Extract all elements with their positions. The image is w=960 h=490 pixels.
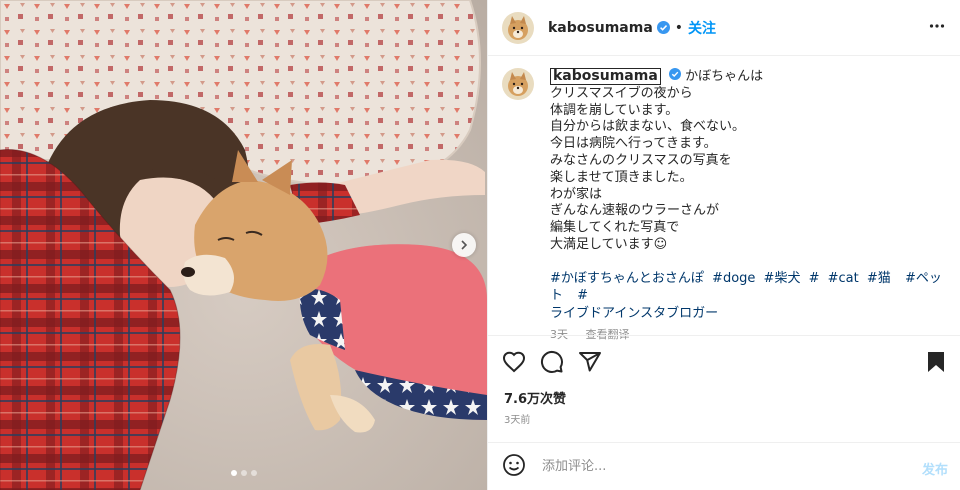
hashtag-link[interactable]: # xyxy=(809,271,820,286)
caption-text: 編集してくれた写真で xyxy=(550,220,680,236)
emoji-button[interactable] xyxy=(502,453,526,481)
instagram-post: kabosumama • 关注 kabosumama かぼちゃんは クリスマスイ… xyxy=(0,0,960,490)
share-icon xyxy=(579,352,601,372)
caption-text: 楽しませて頂きました。 xyxy=(550,169,693,185)
avatar-image xyxy=(502,11,534,44)
action-bar xyxy=(488,335,960,387)
caption-body: kabosumama かぼちゃんは クリスマスイブの夜から 体調を崩しています。… xyxy=(550,68,942,344)
avatar-image xyxy=(502,68,534,100)
avatar[interactable] xyxy=(502,11,534,44)
emoji-icon xyxy=(503,453,525,476)
post-photo xyxy=(0,0,487,490)
caption-text: ぎんなん速報のウラーさんが xyxy=(550,203,720,219)
caption-text: わが家は xyxy=(550,186,603,202)
caption-line: kabosumama かぼちゃんは xyxy=(550,68,942,86)
hashtag-link[interactable]: #かぼすちゃんとおさんぽ xyxy=(550,271,704,286)
like-button[interactable] xyxy=(502,350,526,378)
carousel-next-button[interactable] xyxy=(452,233,476,257)
hashtag-list: #かぼすちゃんとおさんぽ #doge #柴犬 # #cat #猫 #ペット # … xyxy=(550,270,942,323)
caption-text: クリスマスイブの夜から xyxy=(550,85,693,101)
like-count[interactable]: 7.6万次赞 xyxy=(504,388,566,407)
caption-text: 体調を崩しています。 xyxy=(550,102,679,118)
post-comment-button[interactable]: 发布 xyxy=(922,459,948,478)
post-header: kabosumama • 关注 xyxy=(488,0,960,56)
post-timestamp: 3天前 xyxy=(504,415,531,426)
caption-avatar[interactable] xyxy=(502,68,534,100)
carousel-dot xyxy=(250,470,257,476)
caption-text: かぼちゃんは xyxy=(685,69,764,84)
more-options-button[interactable] xyxy=(929,18,945,38)
comment-button[interactable] xyxy=(540,350,564,378)
comment-icon xyxy=(540,350,563,373)
save-button[interactable] xyxy=(925,350,947,378)
share-button[interactable] xyxy=(578,350,602,378)
hashtag-link[interactable]: # xyxy=(577,288,588,303)
post-media[interactable] xyxy=(0,0,487,490)
verified-badge-icon xyxy=(656,21,670,34)
carousel-indicator xyxy=(0,470,487,476)
hashtag-link[interactable]: #cat xyxy=(828,271,859,286)
hashtag-link[interactable]: #猫 xyxy=(867,271,891,286)
comment-input[interactable] xyxy=(542,459,902,474)
username-link[interactable]: kabosumama xyxy=(548,20,653,36)
hashtag-link[interactable]: ライブドアインスタブロガー xyxy=(550,306,718,321)
post-caption: kabosumama かぼちゃんは クリスマスイブの夜から 体調を崩しています。… xyxy=(502,68,942,344)
caption-text: 自分からは飲まない、食べない。 xyxy=(550,119,746,135)
carousel-dot xyxy=(230,470,237,476)
caption-text: みなさんのクリスマスの写真を xyxy=(550,152,732,168)
comment-bar: 发布 xyxy=(488,442,960,490)
verified-badge-icon xyxy=(668,68,681,80)
carousel-dot xyxy=(240,470,247,476)
caption-text: 大満足しています☺ xyxy=(550,236,668,252)
caption-username-link[interactable]: kabosumama xyxy=(550,68,661,85)
separator: • xyxy=(674,19,684,36)
more-horizontal-icon xyxy=(929,24,945,28)
hashtag-link[interactable]: #doge xyxy=(712,271,755,286)
bookmark-icon xyxy=(928,352,944,372)
heart-icon xyxy=(502,351,526,373)
follow-button[interactable]: 关注 xyxy=(688,18,716,38)
caption-text: 今日は病院へ行ってきます。 xyxy=(550,136,717,152)
chevron-right-icon xyxy=(461,240,468,250)
post-sidebar: kabosumama • 关注 kabosumama かぼちゃんは クリスマスイ… xyxy=(487,0,960,490)
hashtag-link[interactable]: #柴犬 xyxy=(764,271,801,286)
